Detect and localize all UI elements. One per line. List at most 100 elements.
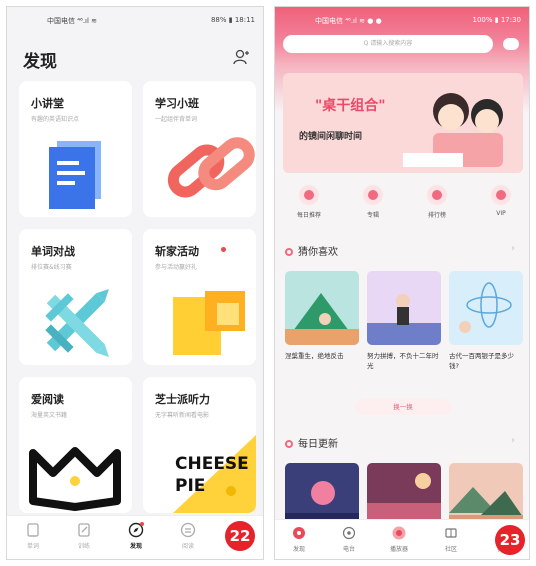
art-text-line1: CHEESE <box>175 454 249 474</box>
banner-title: "桌干组合" <box>315 98 386 114</box>
tab-discover[interactable]: 发现 <box>281 526 317 553</box>
card-title: 芝士派听力 <box>155 393 210 406</box>
card-title: 斩家活动 <box>155 245 199 258</box>
community-icon <box>445 528 457 538</box>
promo-banner[interactable]: "桌干组合" 的镜间闲聊时间 <box>283 73 523 173</box>
tab-label: 电台 <box>342 546 355 553</box>
chevron-right-icon[interactable]: › <box>511 243 515 254</box>
card-word-battle[interactable]: 单词对战 排位赛&线习赛 <box>19 229 132 365</box>
category-label: 每日推荐 <box>296 212 321 219</box>
card-reading[interactable]: 爱阅读 海量英文书籍 <box>19 377 132 513</box>
message-icon[interactable] <box>503 38 519 50</box>
music-note-icon <box>285 248 293 256</box>
cover-illustration <box>449 271 523 345</box>
tab-training[interactable]: 训练 <box>64 522 104 550</box>
tab-label: 播放器 <box>389 546 408 553</box>
category-label: 专辑 <box>366 212 379 219</box>
tab-label: 训练 <box>77 543 90 550</box>
radio-icon <box>342 526 356 540</box>
album-caption: 涅槃重生，绝地反击 <box>285 352 344 360</box>
tab-reading[interactable]: 阅读 <box>168 522 208 550</box>
tab-label: 社区 <box>444 546 457 553</box>
album-card[interactable]: 涅槃重生，绝地反击 <box>285 271 359 361</box>
card-subtitle: 海量英文书籍 <box>31 412 68 419</box>
card-subtitle: 一起组伴背单词 <box>155 116 198 123</box>
card-subtitle: 排位赛&线习赛 <box>31 264 72 271</box>
category-vip[interactable]: VIP <box>479 185 523 217</box>
category-row: 每日推荐 专辑 排行榜 VIP <box>275 185 529 225</box>
swords-icon <box>45 289 109 357</box>
status-carrier: 中国电信 ⁴⁶.ıl ≋ <box>47 17 98 25</box>
album-caption: 古代一百两银子是多少钱? <box>449 352 514 370</box>
card-subtitle: 参与活动赢好礼 <box>155 264 198 271</box>
refresh-button[interactable]: 换一换 <box>355 399 451 415</box>
compass-icon <box>128 522 144 538</box>
banner-subtitle: 的镜间闲聊时间 <box>299 132 363 142</box>
banner-illustration <box>283 73 523 173</box>
section-guess-title: 猜你喜欢 <box>285 243 338 258</box>
card-study-group[interactable]: 学习小班 一起组伴背单词 <box>143 81 256 217</box>
recommend-icon <box>299 185 319 205</box>
tab-radio[interactable]: 电台 <box>331 526 367 553</box>
page-title: 发现 <box>23 52 57 72</box>
cover-illustration <box>367 271 441 345</box>
card-title: 爱阅读 <box>31 393 64 406</box>
word-book-icon <box>27 523 39 537</box>
figure-number-badge: 23 <box>495 525 525 555</box>
tab-discover[interactable]: 发现 <box>116 522 156 550</box>
status-time-battery: 88% ▮ 18:11 <box>210 16 255 24</box>
status-time-battery: 100% ▮ 17:30 <box>472 16 522 24</box>
card-mini-lecture[interactable]: 小讲堂 有趣的英语知识点 <box>19 81 132 217</box>
trophy-icon <box>427 185 447 205</box>
card-subtitle: 无字幕听新闻看电影 <box>155 412 210 419</box>
card-cheese-listening[interactable]: 芝士派听力 无字幕听新闻看电影 CHEESE PIE <box>143 377 256 513</box>
category-album[interactable]: 专辑 <box>351 185 395 219</box>
category-daily-recommend[interactable]: 每日推荐 <box>287 185 331 219</box>
section-daily-title: 每日更新 <box>285 435 338 450</box>
search-input[interactable]: Q 请输入搜索内容 <box>283 35 493 53</box>
open-book-icon <box>29 447 121 511</box>
tab-label: 单词 <box>26 543 39 550</box>
category-charts[interactable]: 排行榜 <box>415 185 459 219</box>
album-card[interactable]: 努力拼搏，不负十二年时光 <box>367 271 441 371</box>
tab-player[interactable]: 播放器 <box>381 526 417 553</box>
player-icon <box>392 526 406 540</box>
tab-label: 阅读 <box>181 543 194 550</box>
tab-label: 发现 <box>292 546 305 553</box>
status-carrier: 中国电信 ⁴⁶.ıl ≋ ● ● <box>315 17 382 25</box>
user-icon[interactable] <box>233 49 249 65</box>
status-bar: 中国电信 ⁴⁶.ıl ≋ 88% ▮ 18:11 <box>7 7 263 31</box>
notification-dot <box>221 247 226 252</box>
reading-icon <box>180 522 196 538</box>
card-title: 小讲堂 <box>31 97 64 110</box>
link-icon <box>167 137 255 198</box>
comparison-figure: 中国电信 ⁴⁶.ıl ≋ 88% ▮ 18:11 发现 小讲堂 有趣的英语知识点… <box>0 0 536 566</box>
tab-words[interactable]: 单词 <box>13 522 53 550</box>
album-cover <box>285 271 359 345</box>
album-caption: 努力拼搏，不负十二年时光 <box>367 352 439 370</box>
flag-icon <box>173 291 245 355</box>
edit-icon <box>78 523 90 537</box>
album-cover <box>367 271 441 345</box>
album-icon <box>363 185 383 205</box>
vip-heart-icon <box>491 185 511 205</box>
tab-community[interactable]: 社区 <box>433 526 469 553</box>
phone-music-screen: 中国电信 ⁴⁶.ıl ≋ ● ● 100% ▮ 17:30 Q 请输入搜索内容 … <box>274 6 530 560</box>
album-cover <box>449 271 523 345</box>
category-label: 排行榜 <box>427 212 446 219</box>
figure-number-badge: 22 <box>225 521 255 551</box>
category-label: VIP <box>496 210 506 217</box>
tab-label: 发现 <box>129 543 142 550</box>
bottom-tab-bar: 发现 电台 播放器 社区 我的 <box>275 519 529 559</box>
album-card[interactable]: 古代一百两银子是多少钱? <box>449 271 523 371</box>
card-activities[interactable]: 斩家活动 参与活动赢好礼 <box>143 229 256 365</box>
card-title: 单词对战 <box>31 245 75 258</box>
calendar-icon <box>285 440 293 448</box>
card-subtitle: 有趣的英语知识点 <box>31 116 80 123</box>
card-title: 学习小班 <box>155 97 199 110</box>
status-bar: 中国电信 ⁴⁶.ıl ≋ ● ● 100% ▮ 17:30 <box>275 7 529 31</box>
chevron-right-icon[interactable]: › <box>511 435 515 446</box>
music-disc-icon <box>293 527 305 539</box>
phone-discover-screen: 中国电信 ⁴⁶.ıl ≋ 88% ▮ 18:11 发现 小讲堂 有趣的英语知识点… <box>6 6 264 560</box>
cover-illustration <box>285 271 359 345</box>
